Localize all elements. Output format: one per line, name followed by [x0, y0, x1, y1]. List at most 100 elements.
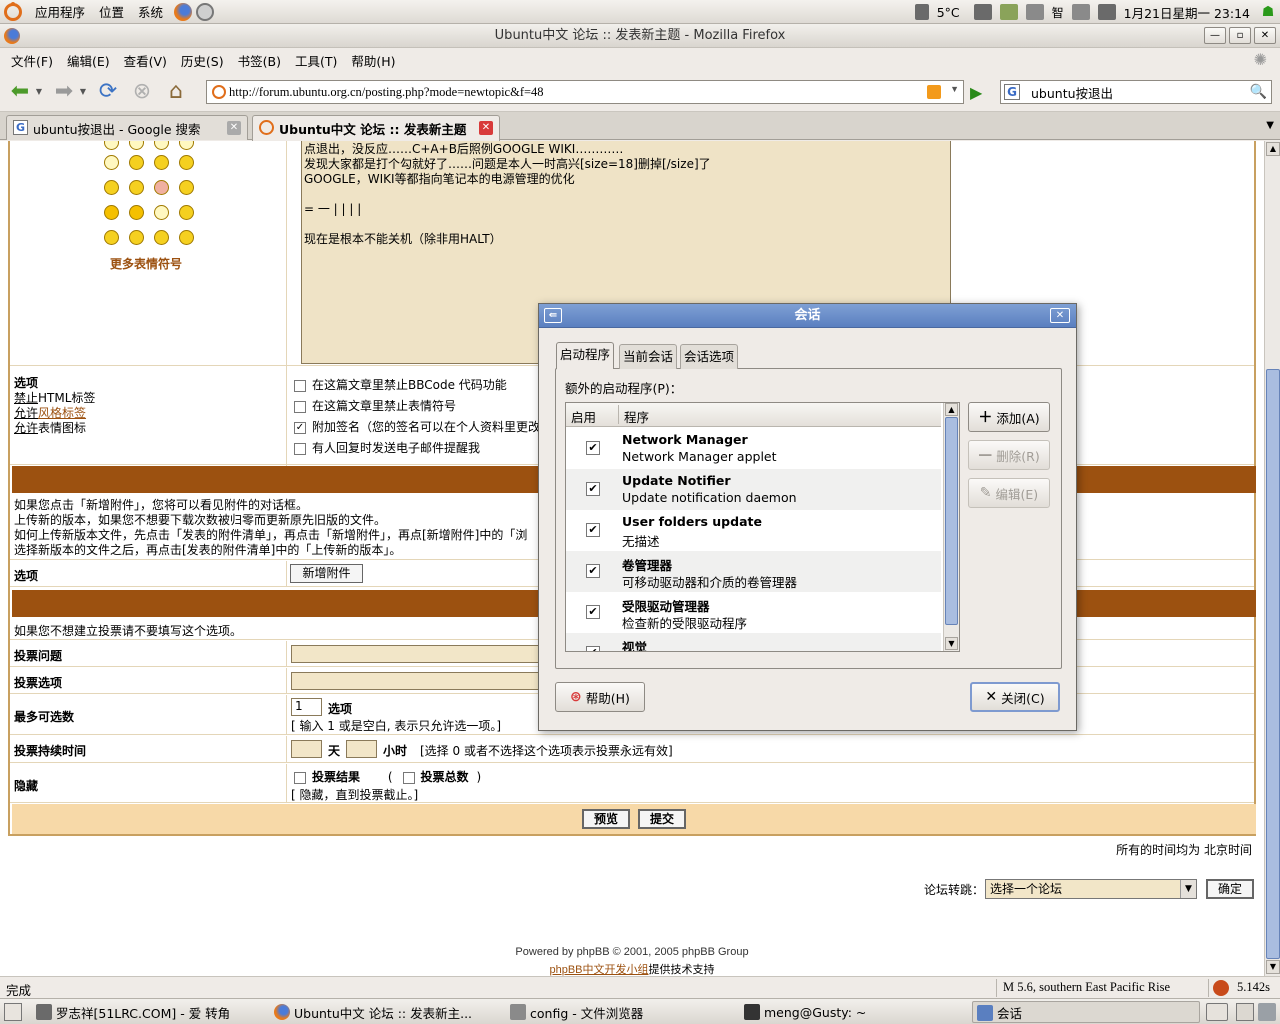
list-item[interactable]: ✔ 卷管理器 可移动驱动器和介质的卷管理器 [566, 551, 941, 592]
list-item[interactable]: ✔ 视觉 [566, 633, 941, 651]
option-disable-smilies[interactable]: 在这篇文章里禁止表情符号 [294, 397, 456, 414]
menu-edit[interactable]: 编辑(E) [60, 51, 117, 70]
edit-button[interactable]: ✎ 编辑(E) [968, 478, 1050, 508]
close-button[interactable]: ✕ 关闭(C) [970, 682, 1060, 712]
smiley-icon[interactable] [179, 230, 194, 245]
poll-option-input[interactable] [291, 672, 541, 690]
checkbox[interactable] [294, 400, 306, 413]
poll-question-input[interactable] [291, 645, 541, 663]
startup-programs-list[interactable]: 启用 程序 ✔ Network Manager Network Manager … [565, 402, 960, 652]
enable-checkbox[interactable]: ✔ [586, 605, 600, 619]
input-method-label[interactable]: 智 [1052, 4, 1064, 21]
enable-checkbox[interactable]: ✔ [586, 523, 600, 537]
poll-hours-input[interactable] [346, 740, 377, 758]
html-status-link[interactable]: 禁止 [14, 391, 38, 405]
column-enable[interactable]: 启用 [571, 407, 596, 426]
workspace-switcher[interactable] [1206, 1003, 1228, 1021]
maximize-button[interactable]: ▫ [1229, 27, 1251, 44]
smiley-icon[interactable] [179, 141, 194, 150]
phpbb-cn-link[interactable]: phpBB中文开发小组 [549, 964, 648, 976]
tab-startup-programs[interactable]: 启动程序 [556, 342, 615, 369]
rss-feed-icon[interactable] [927, 85, 941, 99]
stop-button-icon[interactable]: ⊗ [128, 78, 156, 106]
input-method-icon[interactable] [1025, 4, 1044, 20]
tab-google-search[interactable]: G ubuntu按退出 - Google 搜索 ✕ [6, 115, 248, 140]
menu-history[interactable]: 历史(S) [174, 51, 231, 70]
clock[interactable]: 1月21日星期一 23:14 [1124, 3, 1250, 22]
smiley-icon[interactable] [129, 155, 144, 170]
scroll-up-icon[interactable]: ▲ [1266, 142, 1280, 156]
scroll-up-icon[interactable]: ▲ [945, 403, 958, 416]
window-menu-icon[interactable]: ⇚ [544, 308, 562, 323]
help-button[interactable]: ⊛ 帮助(H) [555, 682, 645, 712]
terminal-tray-icon[interactable] [973, 4, 992, 20]
menu-bookmarks[interactable]: 书签(B) [231, 51, 288, 70]
column-program[interactable]: 程序 [624, 407, 649, 426]
scroll-down-icon[interactable]: ▼ [945, 637, 958, 650]
smiley-icon[interactable] [104, 230, 119, 245]
logout-icon[interactable]: ☗ [1260, 3, 1276, 21]
tab-list-dropdown-icon[interactable]: ▼ [1266, 120, 1274, 131]
help-launcher-icon[interactable] [196, 2, 215, 21]
task-file-browser[interactable]: config - 文件浏览器 [506, 1001, 736, 1023]
back-button-icon[interactable]: ⬅ [6, 78, 34, 106]
task-terminal[interactable]: meng@Gusty: ~ [740, 1001, 968, 1023]
dialog-titlebar[interactable]: ⇚ 会话 ✕ [539, 304, 1076, 328]
scroll-thumb[interactable] [945, 417, 958, 625]
search-value[interactable]: ubuntu按退出 [1031, 83, 1113, 102]
list-item[interactable]: ✔ User folders update 无描述 [566, 510, 941, 551]
add-button[interactable]: ＋添加(A) [968, 402, 1050, 432]
menu-view[interactable]: 查看(V) [117, 51, 174, 70]
applications-menu[interactable]: 应用程序 [28, 2, 92, 21]
hide-results-option[interactable]: 投票结果 (投票总数) [294, 768, 481, 785]
dialog-close-icon[interactable]: ✕ [1050, 308, 1070, 323]
smiley-icon[interactable] [154, 230, 169, 245]
notes-tray-icon[interactable] [999, 4, 1018, 20]
list-item[interactable]: ✔ Network Manager Network Manager applet [566, 428, 941, 469]
places-menu[interactable]: 位置 [92, 2, 131, 21]
add-attachment-button[interactable]: 新增附件 [290, 564, 363, 583]
option-disable-bbcode[interactable]: 在这篇文章里禁止BBCode 代码功能 [294, 376, 507, 393]
smiley-icon[interactable] [154, 180, 169, 195]
search-bar[interactable]: G ubuntu按退出 🔍 [1000, 80, 1272, 104]
page-scrollbar[interactable]: ▲ ▼ [1264, 141, 1280, 976]
status-quake[interactable]: M 5.6, southern East Pacific Rise [996, 979, 1204, 997]
list-item[interactable]: ✔ 受限驱动管理器 检查新的受限驱动程序 [566, 592, 941, 633]
task-firefox[interactable]: Ubuntu中文 论坛 :: 发表新主... [270, 1001, 500, 1023]
poll-days-input[interactable] [291, 740, 322, 758]
forward-button-icon[interactable]: ➡ [50, 78, 78, 106]
menu-file[interactable]: 文件(F) [4, 51, 60, 70]
checkbox[interactable] [294, 771, 306, 784]
max-options-input[interactable]: 1 [291, 698, 322, 716]
google-engine-icon[interactable]: G [1004, 84, 1020, 100]
option-attach-signature[interactable]: ✓ 附加签名（您的签名可以在个人资料里更改 [294, 418, 540, 435]
checkbox-checked[interactable]: ✓ [294, 421, 306, 434]
checkbox[interactable] [294, 379, 306, 392]
smiley-icon[interactable] [179, 155, 194, 170]
more-smilies-link[interactable]: 更多表情符号 [110, 255, 182, 272]
tab-close-icon[interactable]: ✕ [227, 121, 241, 135]
close-window-button[interactable]: ✕ [1254, 27, 1276, 44]
checkbox[interactable] [402, 771, 415, 784]
preview-button[interactable]: 预览 [582, 809, 630, 829]
url-bar[interactable]: http://forum.ubuntu.org.cn/posting.php?m… [206, 80, 964, 104]
ubuntu-logo-icon[interactable] [4, 1, 22, 21]
menu-help[interactable]: 帮助(H) [344, 51, 402, 70]
smiley-icon[interactable] [129, 230, 144, 245]
search-icon[interactable]: 🔍 [1250, 84, 1267, 100]
task-sessions[interactable]: 会话 [972, 1001, 1200, 1023]
volume-icon[interactable] [1097, 4, 1116, 20]
trash-icon[interactable] [1258, 1003, 1276, 1021]
remove-button[interactable]: — 删除(R) [968, 440, 1050, 470]
bbcode-status-label[interactable]: 风格标签 [38, 406, 86, 420]
scroll-thumb[interactable] [1266, 369, 1280, 959]
home-button-icon[interactable]: ⌂ [162, 78, 190, 106]
enable-checkbox[interactable]: ✔ [586, 482, 600, 496]
smiley-icon[interactable] [129, 141, 144, 150]
smiley-icon[interactable] [154, 155, 169, 170]
workspace-switcher-2[interactable] [1236, 1003, 1254, 1021]
bbcode-status-link[interactable]: 允许 [14, 406, 38, 420]
enable-checkbox[interactable]: ✔ [586, 646, 600, 651]
url-dropdown-icon[interactable]: ▼ [950, 84, 959, 94]
smiley-icon[interactable] [104, 180, 119, 195]
